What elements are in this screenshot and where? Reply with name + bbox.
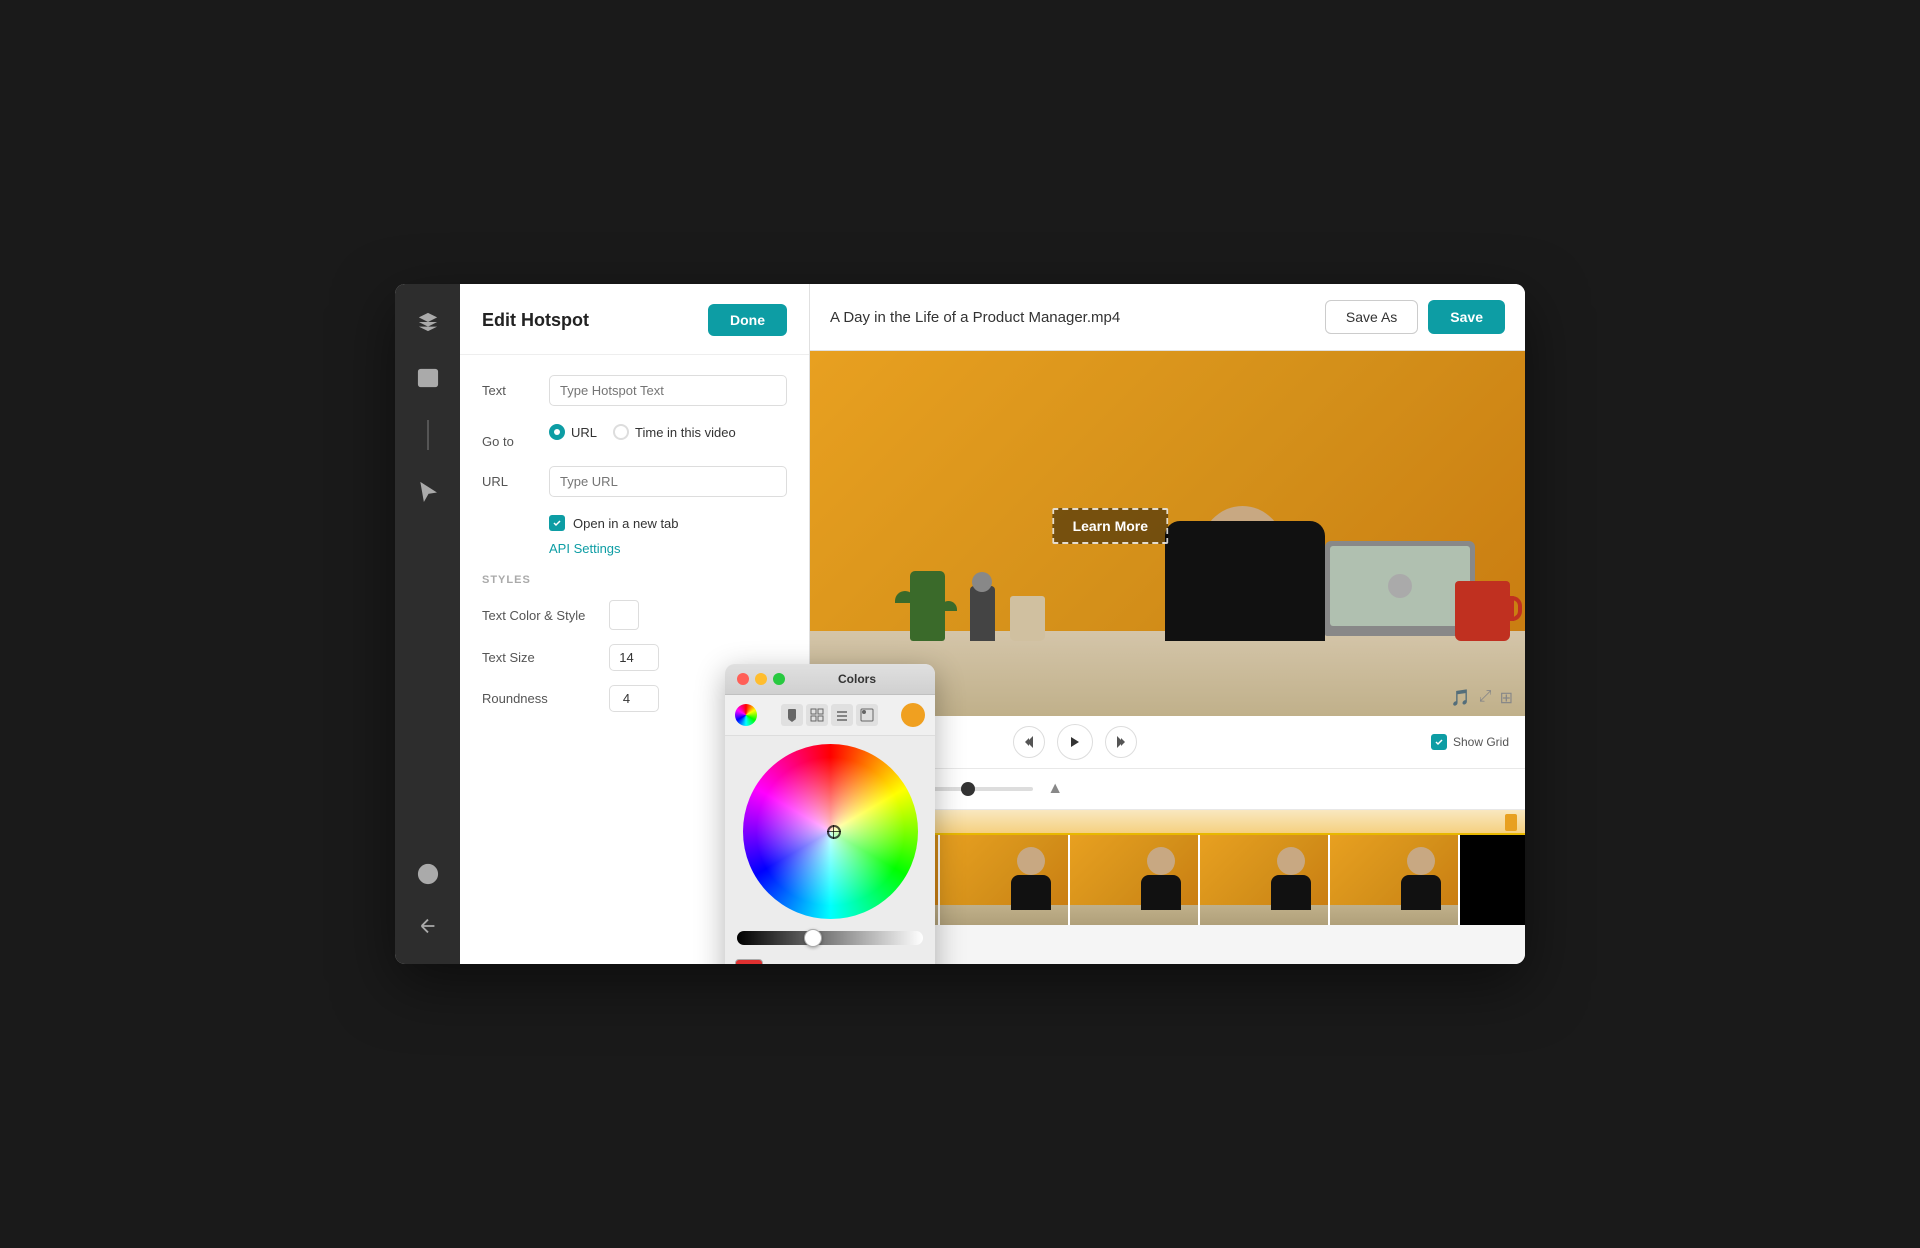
- video-toolbar-icons: 🎵 ⤢ ⊞: [1451, 688, 1513, 708]
- maximize-dot[interactable]: [773, 673, 785, 685]
- url-input[interactable]: [549, 466, 787, 497]
- spectrum-icon[interactable]: [735, 704, 757, 726]
- back-icon[interactable]: [410, 908, 446, 944]
- music-icon[interactable]: 🎵: [1451, 688, 1471, 708]
- colors-dialog: Colors: [725, 664, 935, 964]
- colors-dialog-title: Colors: [791, 672, 923, 686]
- main-header: A Day in the Life of a Product Manager.m…: [810, 284, 1525, 351]
- url-radio-button[interactable]: [549, 424, 565, 440]
- brightness-slider[interactable]: [737, 931, 923, 945]
- color-wheel-area[interactable]: [725, 736, 935, 927]
- open-new-tab-checkbox[interactable]: [549, 515, 565, 531]
- url-option-label: URL: [571, 425, 597, 440]
- crayon-icon[interactable]: [781, 704, 803, 726]
- roundness-label: Roundness: [482, 691, 597, 706]
- hotspot-overlay[interactable]: Learn More: [1053, 508, 1168, 544]
- show-grid-label: Show Grid: [1453, 735, 1509, 749]
- video-preview[interactable]: Learn More 🎵 ⤢ ⊞: [810, 351, 1525, 716]
- text-field-label: Text: [482, 383, 537, 398]
- playback-controls: [1013, 724, 1137, 760]
- goto-field-row: Go to URL Time in this video: [482, 424, 787, 458]
- show-grid-area: Show Grid: [1431, 734, 1509, 750]
- text-size-label: Text Size: [482, 650, 597, 665]
- minimize-dot[interactable]: [755, 673, 767, 685]
- color-bottom: [725, 953, 935, 964]
- image-palette-icon[interactable]: [856, 704, 878, 726]
- help-icon[interactable]: [410, 856, 446, 892]
- video-title: A Day in the Life of a Product Manager.m…: [830, 309, 1120, 326]
- orange-preset[interactable]: [901, 703, 925, 727]
- open-new-tab-row[interactable]: Open in a new tab: [549, 515, 787, 531]
- sidebar: [395, 284, 460, 964]
- time-radio-button[interactable]: [613, 424, 629, 440]
- url-field-label: URL: [482, 474, 537, 489]
- sliders-icon[interactable]: [831, 704, 853, 726]
- url-field-row: URL: [482, 466, 787, 505]
- url-radio-option[interactable]: URL: [549, 424, 597, 440]
- roundness-input[interactable]: [609, 685, 659, 712]
- text-input[interactable]: [549, 375, 787, 406]
- sidebar-bottom: [410, 856, 446, 944]
- current-color-swatch[interactable]: [735, 959, 763, 964]
- play-button[interactable]: [1057, 724, 1093, 760]
- goto-label: Go to: [482, 434, 537, 449]
- edit-hotspot-title: Edit Hotspot: [482, 310, 589, 331]
- timeline-marker: [1505, 814, 1517, 831]
- film-icon[interactable]: [410, 360, 446, 396]
- text-size-input[interactable]: [609, 644, 659, 671]
- brightness-thumb[interactable]: [804, 929, 822, 947]
- speed-end-icon: ▲: [1047, 780, 1063, 798]
- more-icon[interactable]: ⊞: [1500, 688, 1513, 708]
- text-field-row: Text: [482, 375, 787, 406]
- rewind-button[interactable]: [1013, 726, 1045, 758]
- edit-panel-header: Edit Hotspot Done: [460, 284, 809, 355]
- styles-section-label: STYLES: [482, 574, 787, 586]
- forward-button[interactable]: [1105, 726, 1137, 758]
- film-frame-2[interactable]: [940, 835, 1070, 925]
- time-radio-option[interactable]: Time in this video: [613, 424, 736, 440]
- header-buttons: Save As Save: [1325, 300, 1505, 334]
- api-settings-link[interactable]: API Settings: [549, 541, 787, 556]
- text-color-swatch[interactable]: [609, 600, 639, 630]
- color-wheel[interactable]: [743, 744, 918, 919]
- open-new-tab-label: Open in a new tab: [573, 516, 679, 531]
- save-as-button[interactable]: Save As: [1325, 300, 1418, 334]
- cursor-icon[interactable]: [410, 474, 446, 510]
- film-frame-4[interactable]: [1200, 835, 1330, 925]
- time-option-label: Time in this video: [635, 425, 736, 440]
- film-frame-3[interactable]: [1070, 835, 1200, 925]
- grid-palette-icon[interactable]: [806, 704, 828, 726]
- film-frame-5[interactable]: [1330, 835, 1460, 925]
- hotspot-label: Learn More: [1073, 518, 1148, 534]
- brightness-area[interactable]: [725, 927, 935, 953]
- text-color-style-row: Text Color & Style: [482, 600, 787, 630]
- fullscreen-icon[interactable]: ⤢: [1479, 688, 1492, 708]
- cube-icon[interactable]: [410, 304, 446, 340]
- color-crosshair[interactable]: [827, 825, 841, 839]
- done-button[interactable]: Done: [708, 304, 787, 336]
- show-grid-checkbox[interactable]: [1431, 734, 1447, 750]
- text-color-style-label: Text Color & Style: [482, 608, 597, 623]
- colors-titlebar: Colors: [725, 664, 935, 695]
- colors-toolbar: [725, 695, 935, 736]
- save-button[interactable]: Save: [1428, 300, 1505, 334]
- close-dot[interactable]: [737, 673, 749, 685]
- eyedropper-icon[interactable]: [771, 962, 793, 964]
